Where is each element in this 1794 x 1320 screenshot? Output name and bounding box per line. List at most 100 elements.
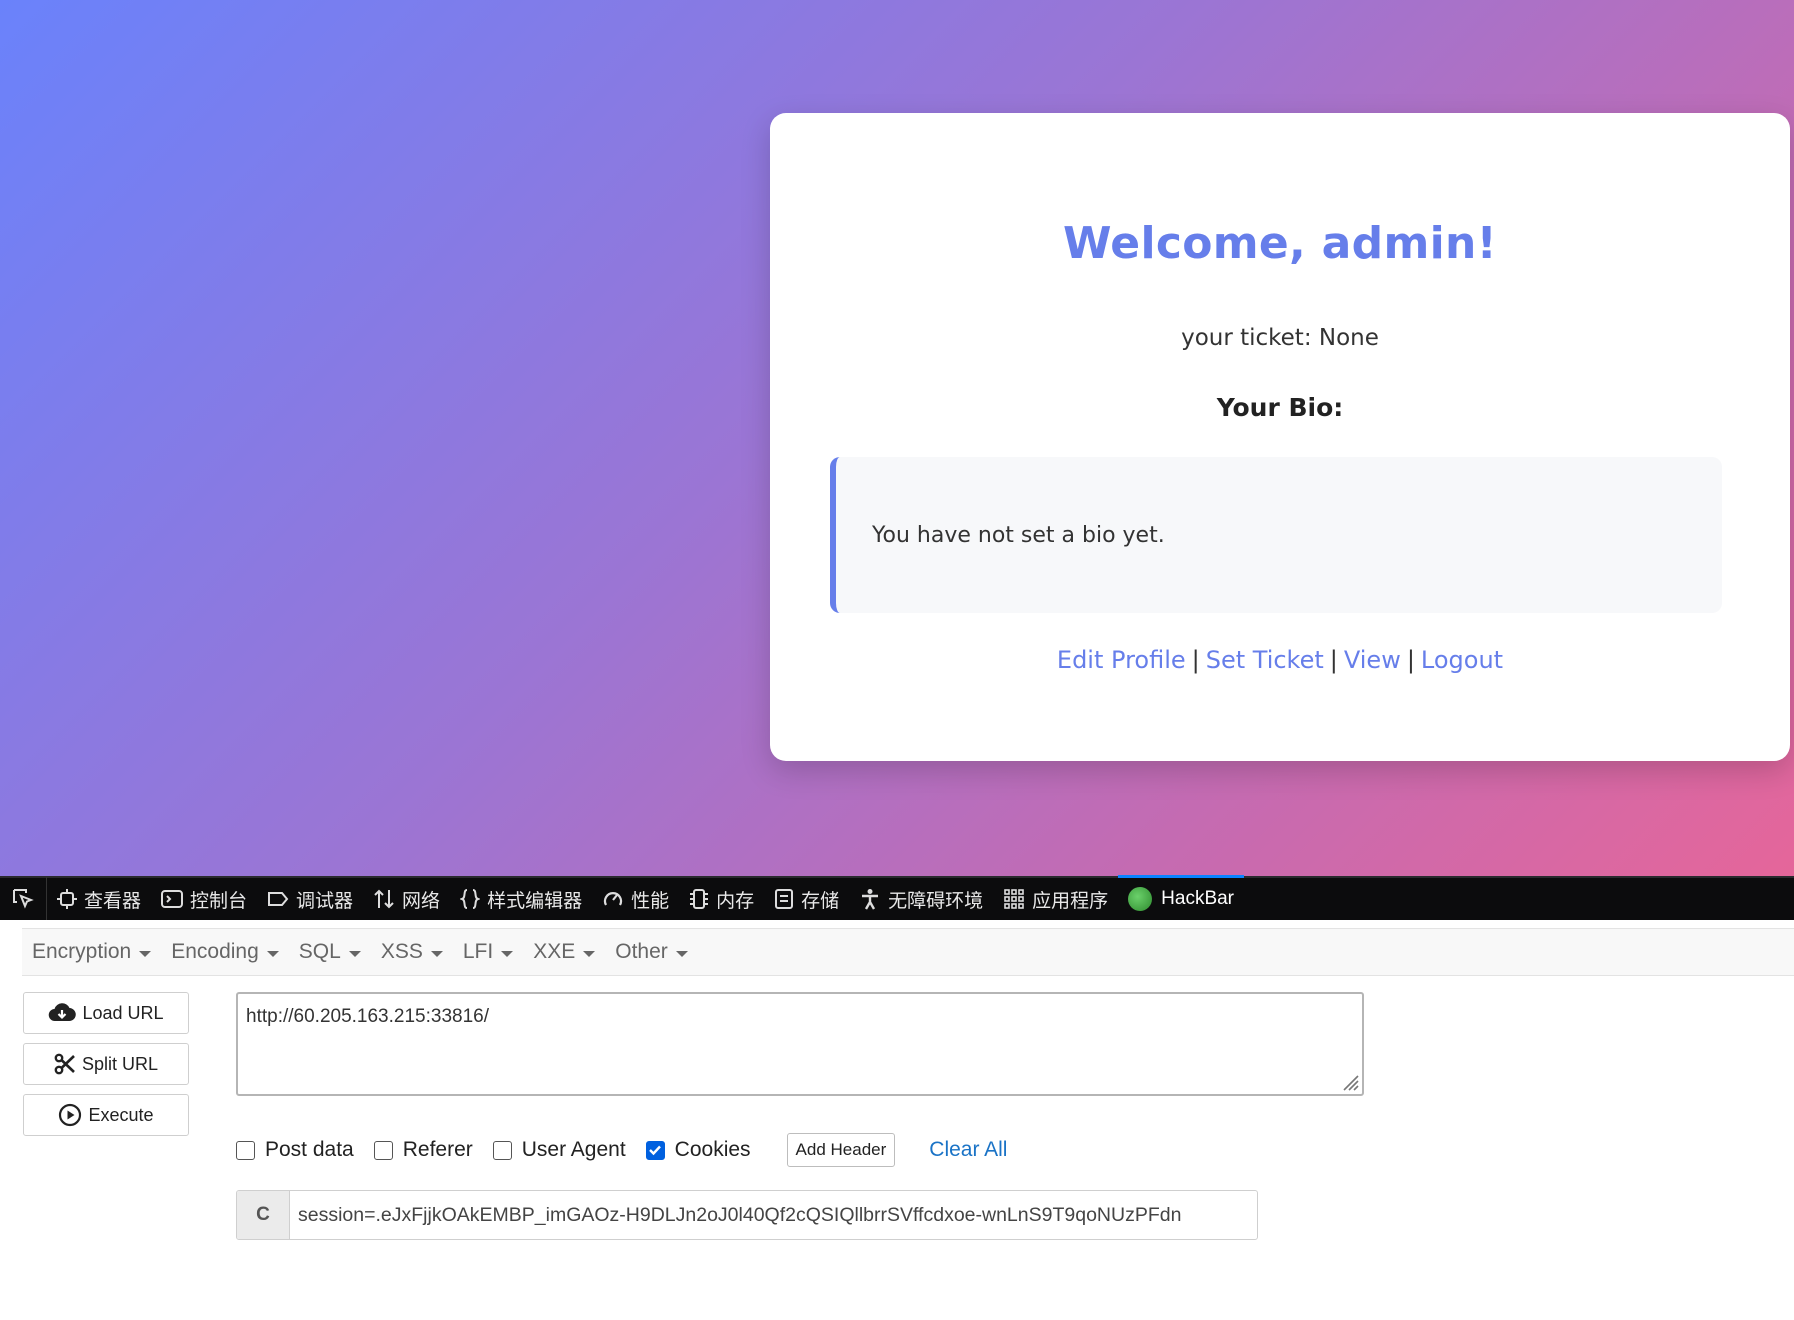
view-link[interactable]: View: [1344, 646, 1401, 674]
caret-down-icon: [266, 950, 279, 957]
menu-label: Encoding: [171, 940, 259, 963]
storage-icon: [775, 889, 794, 909]
tab-label: 网络: [402, 890, 441, 912]
tab-debugger[interactable]: 调试器: [257, 877, 363, 921]
resize-handle-icon[interactable]: [1339, 1071, 1359, 1091]
tab-label: 控制台: [190, 890, 248, 912]
tab-performance[interactable]: 性能: [592, 877, 679, 921]
bio-box: You have not set a bio yet.: [830, 457, 1722, 613]
hackbar-panel: Encryption Encoding SQL XSS LFI XXE Othe…: [0, 920, 1794, 1320]
cookies-option[interactable]: Cookies: [645, 1138, 751, 1162]
post-data-label: Post data: [265, 1138, 354, 1161]
bio-text: You have not set a bio yet.: [872, 522, 1165, 548]
load-url-button[interactable]: Load URL: [23, 992, 189, 1034]
cookie-prefix-label: C: [237, 1191, 290, 1239]
user-agent-option[interactable]: User Agent: [492, 1138, 626, 1162]
cookie-input[interactable]: session=.eJxFjjkOAkEMBP_imGAOz-H9DLJn2oJ…: [290, 1191, 1257, 1239]
tab-accessibility[interactable]: 无障碍环境: [849, 877, 993, 921]
user-agent-checkbox[interactable]: [492, 1140, 512, 1160]
referer-checkbox[interactable]: [373, 1140, 393, 1160]
caret-down-icon: [348, 950, 361, 957]
cookie-row: C session=.eJxFjjkOAkEMBP_imGAOz-H9DLJn2…: [236, 1190, 1258, 1240]
devtools-tab-bar: 查看器 控制台 调试器 网络 样式编辑器 性能 内存 存储 无障碍环境 应用程序…: [0, 875, 1794, 921]
url-textarea[interactable]: http://60.205.163.215:33816/: [236, 992, 1364, 1096]
menu-label: LFI: [462, 940, 494, 963]
cookies-label: Cookies: [674, 1138, 751, 1161]
inspector-icon: [57, 889, 77, 909]
menu-label: Other: [615, 940, 668, 963]
scissors-icon: [54, 1053, 75, 1075]
tab-memory[interactable]: 内存: [679, 877, 764, 921]
caret-down-icon: [139, 950, 152, 957]
network-icon: [374, 889, 394, 909]
tab-storage[interactable]: 存储: [764, 877, 849, 921]
web-page-background: Welcome, admin! your ticket: None Your B…: [0, 0, 1794, 876]
clear-all-link[interactable]: Clear All: [929, 1138, 1007, 1162]
load-url-label: Load URL: [82, 1002, 164, 1023]
hackbar-menu-bar: Encryption Encoding SQL XSS LFI XXE Othe…: [22, 928, 1794, 976]
edit-profile-link[interactable]: Edit Profile: [1057, 646, 1186, 674]
menu-other[interactable]: Other: [605, 940, 698, 964]
accessibility-icon: [862, 889, 879, 910]
split-url-button[interactable]: Split URL: [23, 1043, 189, 1085]
tab-label: 存储: [801, 890, 840, 912]
execute-button[interactable]: Execute: [23, 1094, 189, 1136]
tab-label: 样式编辑器: [487, 890, 583, 912]
request-options: Post data Referer User Agent Cookies Add…: [236, 1133, 1007, 1167]
caret-down-icon: [501, 950, 514, 957]
memory-icon: [690, 889, 709, 909]
referer-label: Referer: [402, 1138, 473, 1161]
caret-down-icon: [430, 950, 443, 957]
tab-label: 内存: [716, 890, 755, 912]
menu-xxe[interactable]: XXE: [523, 940, 605, 964]
tab-label: 性能: [631, 890, 670, 912]
tab-label: 应用程序: [1032, 890, 1109, 912]
element-picker-icon: [13, 889, 34, 909]
menu-lfi[interactable]: LFI: [453, 940, 523, 964]
tab-style-editor[interactable]: 样式编辑器: [450, 877, 592, 921]
post-data-option[interactable]: Post data: [236, 1138, 354, 1162]
tab-label: 调试器: [296, 890, 354, 912]
welcome-card: Welcome, admin! your ticket: None Your B…: [770, 113, 1790, 761]
play-circle-icon: [59, 1103, 82, 1127]
tab-label: 无障碍环境: [888, 890, 984, 912]
caret-down-icon: [675, 950, 688, 957]
add-header-button[interactable]: Add Header: [786, 1133, 896, 1167]
menu-label: SQL: [298, 940, 341, 963]
profile-links: Edit Profile | Set Ticket | View | Logout: [770, 646, 1790, 674]
hackbar-logo-icon: [1128, 887, 1153, 911]
menu-label: XXE: [533, 940, 576, 963]
tab-label: 查看器: [84, 890, 142, 912]
execute-label: Execute: [88, 1104, 154, 1125]
menu-encryption[interactable]: Encryption: [22, 940, 161, 964]
cloud-download-icon: [49, 1003, 77, 1022]
tab-console[interactable]: 控制台: [151, 877, 257, 921]
page-title: Welcome, admin!: [1063, 218, 1497, 269]
ticket-text: your ticket: None: [1181, 325, 1379, 351]
link-separator: |: [1406, 646, 1415, 674]
logout-link[interactable]: Logout: [1421, 646, 1503, 674]
element-picker-button[interactable]: [0, 877, 47, 921]
referer-option[interactable]: Referer: [373, 1138, 473, 1162]
tab-application[interactable]: 应用程序: [993, 877, 1118, 921]
menu-xss[interactable]: XSS: [371, 940, 453, 964]
checkmark-icon: [649, 1145, 662, 1156]
cookies-checkbox[interactable]: [645, 1140, 665, 1160]
link-separator: |: [1329, 646, 1338, 674]
tab-hackbar[interactable]: HackBar: [1118, 875, 1244, 921]
console-icon: [161, 890, 184, 908]
tab-label: HackBar: [1161, 888, 1235, 909]
menu-label: XSS: [380, 940, 423, 963]
performance-icon: [603, 892, 623, 906]
post-data-checkbox[interactable]: [236, 1140, 255, 1160]
tab-network[interactable]: 网络: [363, 877, 450, 921]
user-agent-label: User Agent: [521, 1138, 626, 1161]
cookie-value: session=.eJxFjjkOAkEMBP_imGAOz-H9DLJn2oJ…: [298, 1203, 1182, 1226]
link-separator: |: [1191, 646, 1200, 674]
menu-sql[interactable]: SQL: [289, 940, 371, 964]
menu-encoding[interactable]: Encoding: [161, 940, 289, 964]
set-ticket-link[interactable]: Set Ticket: [1206, 646, 1324, 674]
bio-heading: Your Bio:: [1216, 393, 1344, 422]
tab-inspector[interactable]: 查看器: [47, 877, 151, 921]
application-icon: [1004, 889, 1024, 909]
